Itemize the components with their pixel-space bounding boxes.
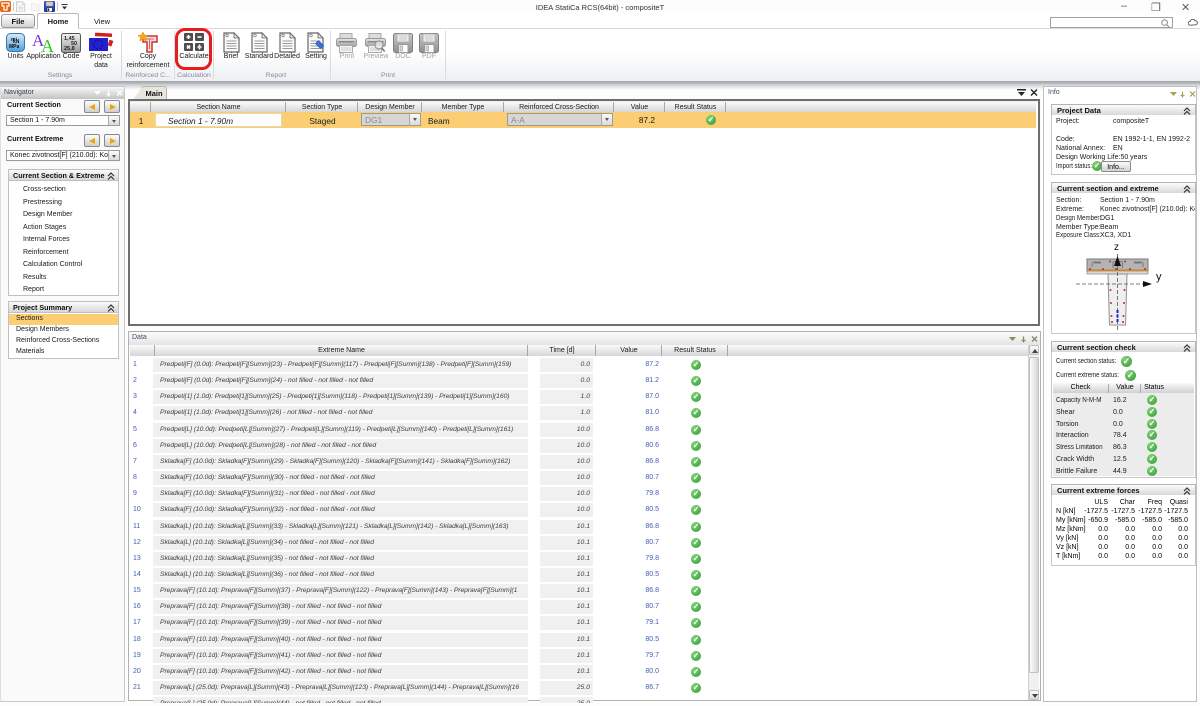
svg-text:A: A bbox=[41, 36, 54, 53]
svg-text:y: y bbox=[1156, 271, 1162, 283]
svg-text:MPa: MPa bbox=[9, 44, 20, 50]
svg-text:25,8: 25,8 bbox=[64, 46, 75, 52]
svg-text:z: z bbox=[1114, 242, 1119, 253]
